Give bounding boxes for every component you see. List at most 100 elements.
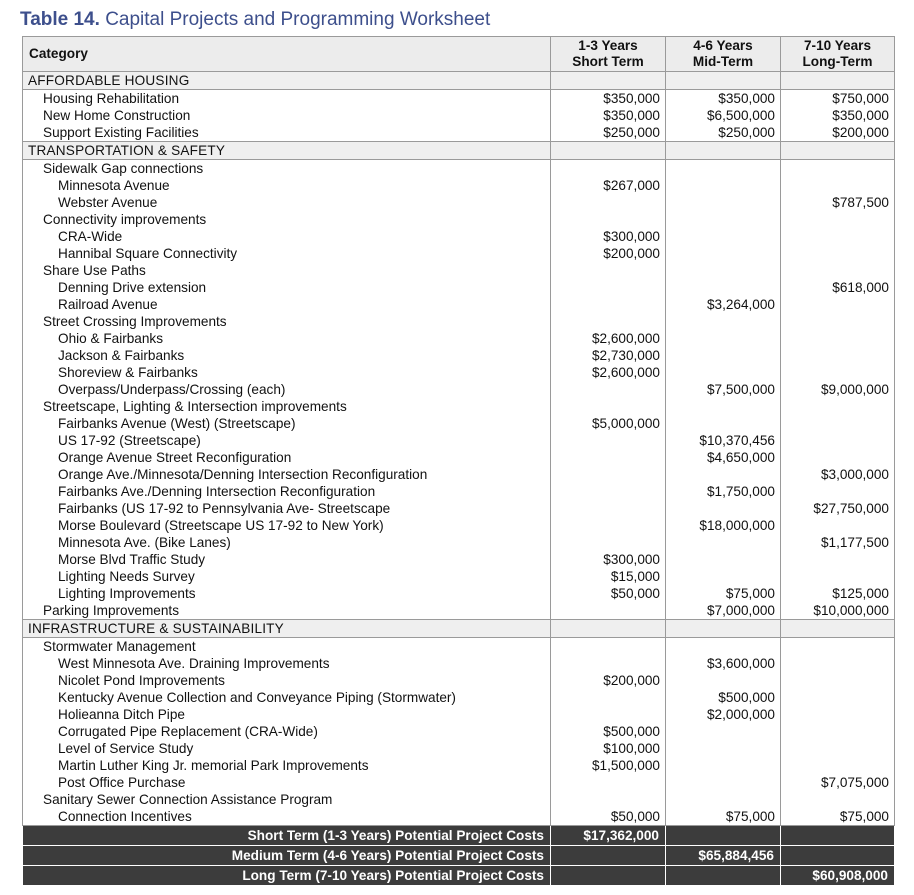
row-label: West Minnesota Ave. Draining Improvement…: [22, 655, 551, 672]
mid-term-value: [665, 313, 781, 330]
mid-term-value: $7,500,000: [665, 381, 781, 398]
mid-term-value: $10,370,456: [665, 432, 781, 449]
row-label: Connection Incentives: [22, 808, 551, 826]
row-label: Martin Luther King Jr. memorial Park Imp…: [22, 757, 551, 774]
long-term-value: [780, 159, 895, 177]
mid-term-value: [665, 568, 781, 585]
mid-term-value: [665, 71, 781, 90]
short-term-value: $2,600,000: [550, 364, 666, 381]
row-label: Morse Blvd Traffic Study: [22, 551, 551, 568]
short-term-value: $100,000: [550, 740, 666, 757]
short-term-value: $500,000: [550, 723, 666, 740]
table-row: Street Crossing Improvements: [22, 313, 895, 330]
row-label: Fairbanks (US 17-92 to Pennsylvania Ave-…: [22, 500, 551, 517]
short-term-value: [550, 500, 666, 517]
row-label: Morse Boulevard (Streetscape US 17-92 to…: [22, 517, 551, 534]
mid-term-value: $3,264,000: [665, 296, 781, 313]
row-label: Holieanna Ditch Pipe: [22, 706, 551, 723]
long-term-value: $27,750,000: [780, 500, 895, 517]
table-row: Holieanna Ditch Pipe $2,000,000: [22, 706, 895, 723]
long-term-value: [780, 228, 895, 245]
total-mid-term: [665, 825, 781, 846]
row-label: CRA-Wide: [22, 228, 551, 245]
short-term-value: $50,000: [550, 808, 666, 826]
mid-term-value: $75,000: [665, 808, 781, 826]
total-short-term: [550, 865, 666, 886]
row-label: US 17-92 (Streetscape): [22, 432, 551, 449]
short-term-value: [550, 141, 666, 160]
long-term-value: [780, 364, 895, 381]
mid-term-value: [665, 262, 781, 279]
row-label: Railroad Avenue: [22, 296, 551, 313]
table-row: Fairbanks Avenue (West) (Streetscape) $5,…: [22, 415, 895, 432]
long-term-value: $3,000,000: [780, 466, 895, 483]
mid-term-value: [665, 774, 781, 791]
total-long-term: $60,908,000: [780, 865, 895, 886]
short-term-value: [550, 466, 666, 483]
mid-term-value: $250,000: [665, 124, 781, 142]
table-title: Table 14. Capital Projects and Programmi…: [20, 9, 490, 31]
table-row: Shoreview & Fairbanks $2,600,000: [22, 364, 895, 381]
table-row: Nicolet Pond Improvements $200,000: [22, 672, 895, 689]
short-term-value: $350,000: [550, 107, 666, 124]
long-term-value: $7,075,000: [780, 774, 895, 791]
short-term-value: $300,000: [550, 228, 666, 245]
long-term-value: [780, 483, 895, 500]
section-row: TRANSPORTATION & SAFETY: [22, 141, 895, 160]
totals-section: Short Term (1-3 Years) Potential Project…: [22, 825, 895, 886]
long-term-value: [780, 517, 895, 534]
short-term-value: [550, 534, 666, 551]
long-term-value: $787,500: [780, 194, 895, 211]
short-term-value: [550, 381, 666, 398]
row-label: Sanitary Sewer Connection Assistance Pro…: [22, 791, 551, 808]
table-row: Lighting Needs Survey $15,000: [22, 568, 895, 585]
long-term-value: [780, 619, 895, 638]
mid-term-value: [665, 466, 781, 483]
row-label: Fairbanks Ave./Denning Intersection Reco…: [22, 483, 551, 500]
header-long-term-line2: Long-Term: [802, 54, 873, 69]
table-row: Post Office Purchase $7,075,000: [22, 774, 895, 791]
long-term-value: [780, 245, 895, 262]
short-term-value: $5,000,000: [550, 415, 666, 432]
mid-term-value: $4,650,000: [665, 449, 781, 466]
short-term-value: $300,000: [550, 551, 666, 568]
table-title-text: Capital Projects and Programming Workshe…: [105, 9, 491, 30]
long-term-value: [780, 330, 895, 347]
mid-term-value: [665, 534, 781, 551]
row-label: Share Use Paths: [22, 262, 551, 279]
table-row: Fairbanks Ave./Denning Intersection Reco…: [22, 483, 895, 500]
mid-term-value: $350,000: [665, 89, 781, 107]
table-row: Minnesota Avenue $267,000: [22, 177, 895, 194]
header-short-term-line2: Short Term: [572, 54, 644, 69]
long-term-value: [780, 449, 895, 466]
table-row: Parking Improvements $7,000,000 $10,000,00…: [22, 602, 895, 620]
short-term-value: [550, 71, 666, 90]
table-row: Sanitary Sewer Connection Assistance Pro…: [22, 791, 895, 808]
row-label: Hannibal Square Connectivity: [22, 245, 551, 262]
row-label: Minnesota Ave. (Bike Lanes): [22, 534, 551, 551]
header-category: Category: [22, 36, 551, 72]
row-label: Lighting Improvements: [22, 585, 551, 602]
long-term-value: [780, 689, 895, 706]
header-mid-term: 4-6 Years Mid-Term: [665, 36, 781, 72]
table-row: Overpass/Underpass/Crossing (each) $7,500…: [22, 381, 895, 398]
short-term-value: [550, 619, 666, 638]
long-term-value: [780, 723, 895, 740]
header-short-term-line1: 1-3 Years: [578, 38, 638, 53]
mid-term-value: [665, 619, 781, 638]
total-short-term: $17,362,000: [550, 825, 666, 846]
short-term-value: $2,730,000: [550, 347, 666, 364]
table-row: US 17-92 (Streetscape) $10,370,456: [22, 432, 895, 449]
long-term-value: $75,000: [780, 808, 895, 826]
row-label: Stormwater Management: [22, 637, 551, 655]
short-term-value: [550, 483, 666, 500]
long-term-value: $9,000,000: [780, 381, 895, 398]
short-term-value: $200,000: [550, 672, 666, 689]
short-term-value: [550, 637, 666, 655]
long-term-value: $125,000: [780, 585, 895, 602]
short-term-value: $250,000: [550, 124, 666, 142]
row-label: Support Existing Facilities: [22, 124, 551, 142]
total-long-term: [780, 825, 895, 846]
row-label: Jackson & Fairbanks: [22, 347, 551, 364]
short-term-value: [550, 211, 666, 228]
